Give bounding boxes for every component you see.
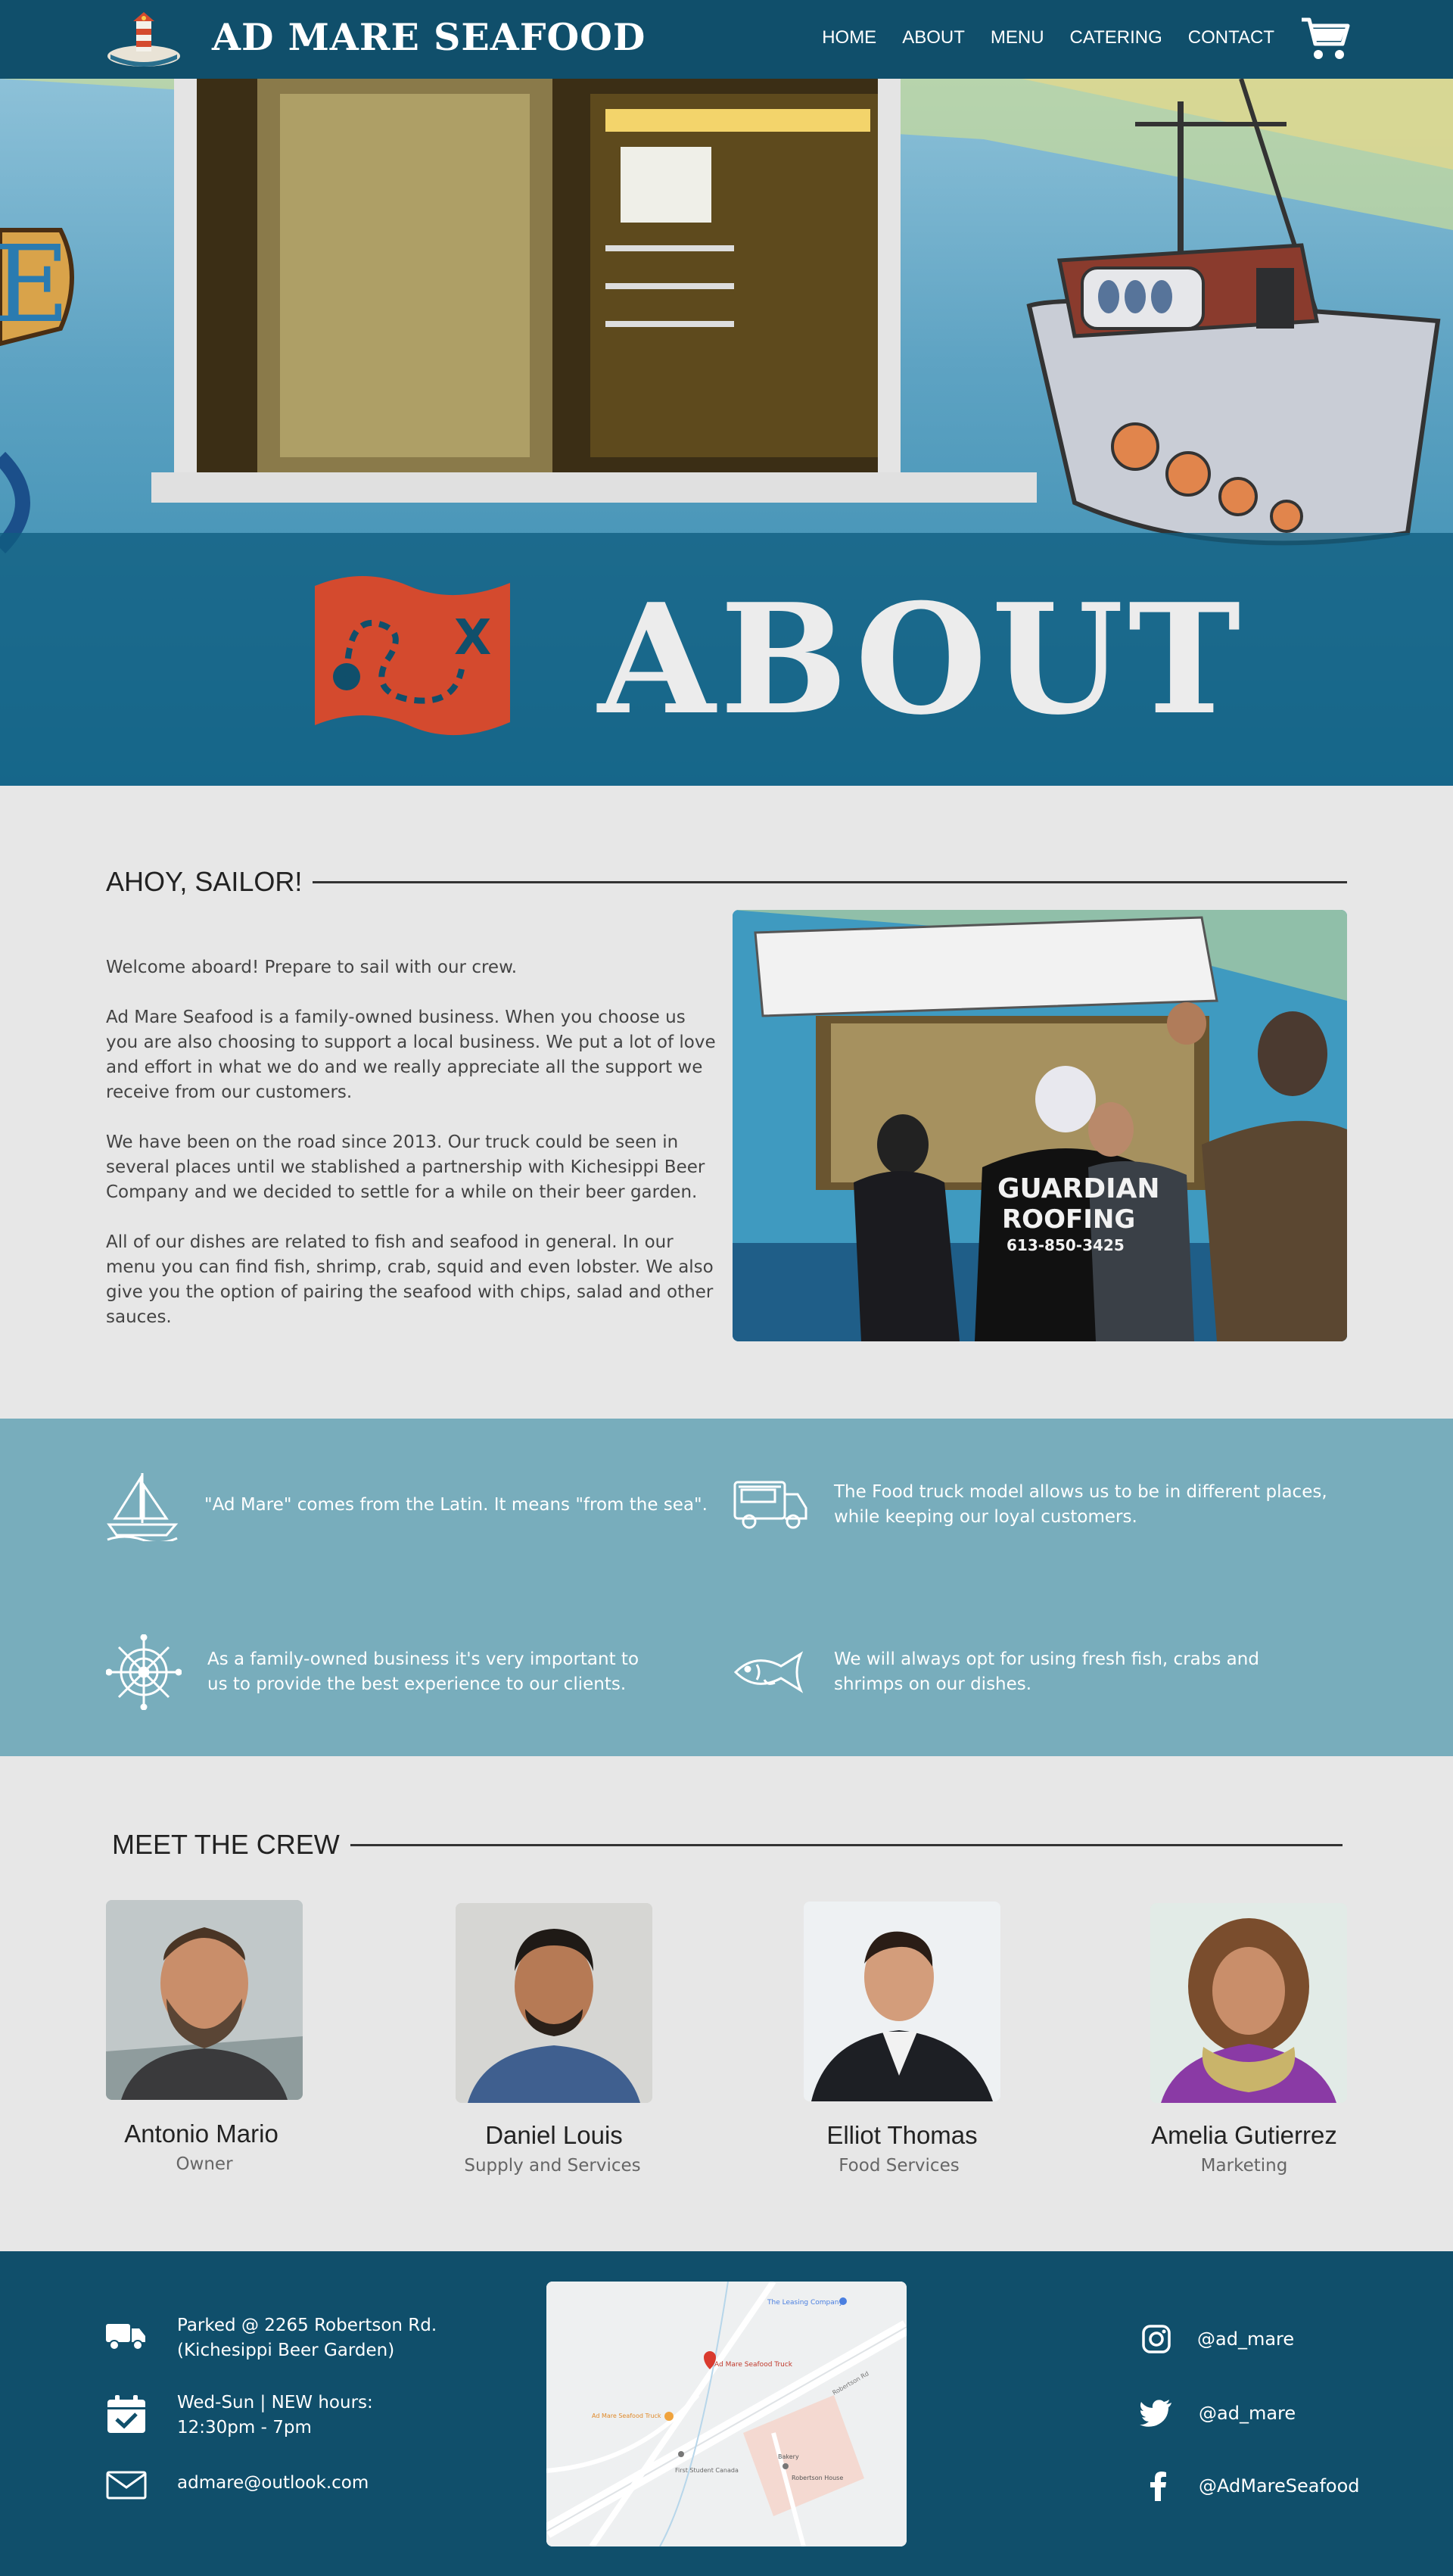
lighthouse-logo-icon[interactable] <box>106 9 182 70</box>
nav-home-link[interactable]: HOME <box>822 27 876 48</box>
treasure-map-flag-icon: X <box>315 576 510 736</box>
crew-role: Owner <box>176 2154 233 2174</box>
map-label-leasing: The Leasing Company <box>767 2299 843 2307</box>
ahoy-section-title: AHOY, SAILOR! <box>106 866 1347 898</box>
map-label-bakery: Bakery <box>778 2453 799 2460</box>
sailboat-icon <box>107 1473 179 1541</box>
nav-contact-link[interactable]: CONTACT <box>1188 27 1274 48</box>
map-label-truck2: Ad Mare Seafood Truck <box>592 2412 661 2419</box>
address-item: Parked @ 2265 Robertson Rd. (Kichesippi … <box>106 2313 437 2363</box>
map-label-truck: Ad Mare Seafood Truck <box>714 2361 793 2369</box>
nav-menu-link[interactable]: MENU <box>991 27 1044 48</box>
crew-title: MEET THE CREW <box>112 1829 340 1860</box>
crew-photo-amelia <box>1150 1903 1347 2103</box>
shopping-cart-icon[interactable] <box>1300 15 1350 62</box>
crew-name: Daniel Louis <box>485 2121 623 2149</box>
fact-item: As a family-owned business it's very imp… <box>106 1631 711 1714</box>
envelope-icon <box>106 2471 147 2500</box>
twitter-handle[interactable]: @ad_mare <box>1199 2403 1296 2424</box>
about-paragraph: We have been on the road since 2013. Our… <box>106 1132 705 1202</box>
twitter-icon <box>1140 2400 1171 2427</box>
about-paragraph: Welcome aboard! Prepare to sail with our… <box>106 958 518 977</box>
fact-item: "Ad Mare" comes from the Latin. It means… <box>106 1467 711 1543</box>
nav-about-link[interactable]: ABOUT <box>902 27 965 48</box>
crew-photo-daniel <box>456 1903 652 2103</box>
instagram-icon <box>1142 2325 1171 2353</box>
crew-name: Amelia Gutierrez <box>1151 2121 1337 2149</box>
ship-wheel-icon <box>106 1634 182 1710</box>
fact-item: The Food truck model allows us to be in … <box>733 1459 1353 1550</box>
fact-text: We will always opt for using fresh fish,… <box>834 1649 1259 1694</box>
svg-text:X: X <box>454 610 491 666</box>
truck-icon <box>106 2324 145 2350</box>
hero-banner: E X ABOUT <box>0 79 1453 786</box>
email-address[interactable]: admare@outlook.com <box>177 2471 369 2496</box>
brand-name[interactable]: AD MARE SEAFOOD <box>212 15 646 59</box>
crew-role: Supply and Services <box>464 2156 641 2176</box>
fact-item: We will always opt for using fresh fish,… <box>733 1631 1353 1714</box>
shirt-text-line3: 613-850-3425 <box>1007 1236 1125 1254</box>
ahoy-title: AHOY, SAILOR! <box>106 866 303 897</box>
crew-section-title: MEET THE CREW <box>112 1829 1343 1861</box>
hours-item: Wed-Sun | NEW hours: 12:30pm - 7pm <box>106 2391 373 2441</box>
title-divider <box>313 880 1347 883</box>
top-navbar: AD MARE SEAFOOD HOME ABOUT MENU CATERING… <box>0 0 1453 79</box>
instagram-handle[interactable]: @ad_mare <box>1197 2328 1294 2350</box>
hours-line2: 12:30pm - 7pm <box>177 2418 312 2437</box>
footer: Parked @ 2265 Robertson Rd. (Kichesippi … <box>0 2251 1453 2576</box>
map-label-first-student: First Student Canada <box>675 2467 739 2474</box>
nav-catering-link[interactable]: CATERING <box>1070 27 1162 48</box>
about-text-block: Welcome aboard! Prepare to sail with our… <box>106 955 719 1355</box>
food-truck-customers-photo: GUARDIAN ROOFING 613-850-3425 <box>733 910 1347 1341</box>
address-line1: Parked @ 2265 Robertson Rd. <box>177 2316 437 2335</box>
fish-icon <box>733 1651 804 1693</box>
crew-role: Marketing <box>1200 2156 1288 2176</box>
map-label-robertson: Robertson House <box>792 2475 843 2481</box>
nav-menu: HOME ABOUT MENU CATERING CONTACT <box>822 27 1274 48</box>
title-divider <box>350 1843 1343 1846</box>
food-truck-icon <box>733 1481 807 1529</box>
address-line2: (Kichesippi Beer Garden) <box>177 2341 395 2360</box>
crew-photo-antonio <box>106 1900 303 2100</box>
social-twitter[interactable]: @ad_mare <box>1140 2400 1296 2427</box>
fact-text: "Ad Mare" comes from the Latin. It means… <box>204 1494 708 1515</box>
about-paragraph: Ad Mare Seafood is a family-owned busine… <box>106 1008 716 1102</box>
hero-title: ABOUT <box>598 571 1246 749</box>
facebook-handle[interactable]: @AdMareSeafood <box>1199 2475 1360 2497</box>
facebook-icon <box>1150 2472 1166 2501</box>
facts-section: "Ad Mare" comes from the Latin. It means… <box>0 1419 1453 1756</box>
crew-photo-elliot <box>804 1902 1000 2101</box>
about-paragraph: All of our dishes are related to fish an… <box>106 1232 714 1327</box>
crew-name: Elliot Thomas <box>826 2121 978 2149</box>
calendar-check-icon <box>107 2395 145 2433</box>
shirt-text-line1: GUARDIAN <box>997 1173 1160 1204</box>
crew-name: Antonio Mario <box>124 2120 278 2148</box>
social-facebook[interactable]: @AdMareSeafood <box>1146 2471 1360 2501</box>
shirt-text-line2: ROOFING <box>1002 1204 1135 1235</box>
fact-text: The Food truck model allows us to be in … <box>834 1482 1327 1527</box>
svg-text:E: E <box>0 223 70 347</box>
fact-text: As a family-owned business it's very imp… <box>207 1649 639 1694</box>
email-item[interactable]: admare@outlook.com <box>106 2471 369 2500</box>
hours-line1: Wed-Sun | NEW hours: <box>177 2393 373 2412</box>
location-map[interactable]: Ad Mare Seafood Truck Ad Mare Seafood Tr… <box>546 2282 907 2546</box>
crew-role: Food Services <box>839 2156 960 2176</box>
social-instagram[interactable]: @ad_mare <box>1141 2324 1294 2354</box>
